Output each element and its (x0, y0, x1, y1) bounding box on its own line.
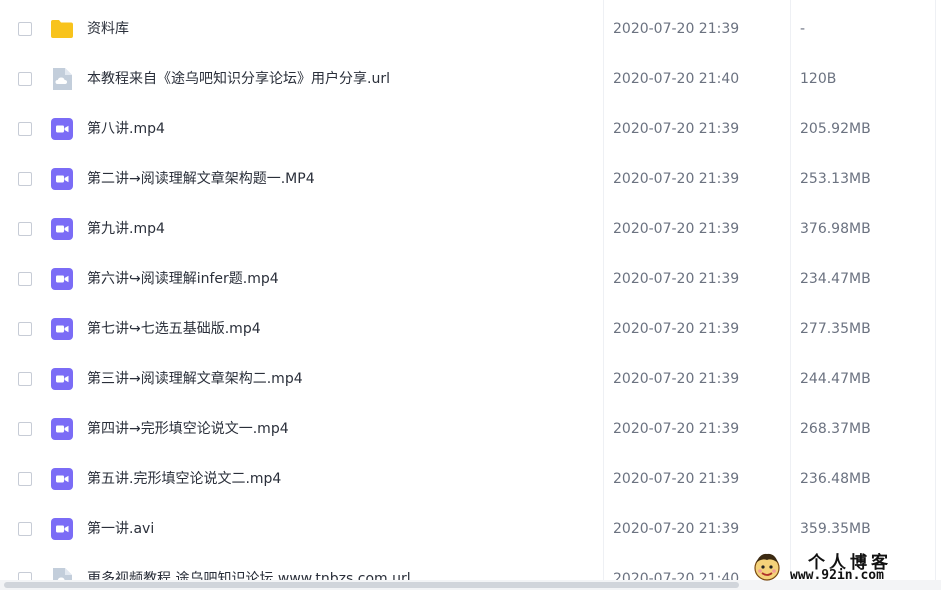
file-modified-date: 2020-07-20 21:39 (613, 321, 740, 337)
file-modified-date: 2020-07-20 21:39 (613, 171, 740, 187)
file-row[interactable]: 第六讲↪阅读理解infer题.mp4 2020-07-20 21:39 234.47… (0, 255, 941, 305)
row-checkbox[interactable] (18, 322, 32, 336)
watermark-url: www.92in.com (790, 568, 884, 583)
video-file-icon (50, 417, 74, 441)
video-file-icon (50, 217, 74, 241)
file-modified-date: 2020-07-20 21:39 (613, 371, 740, 387)
row-checkbox[interactable] (18, 372, 32, 386)
file-name[interactable]: 第八讲.mp4 (87, 120, 165, 139)
file-name[interactable]: 第一讲.avi (87, 520, 154, 539)
file-name[interactable]: 第七讲↪七选五基础版.mp4 (87, 320, 261, 339)
file-row[interactable]: 资料库 2020-07-20 21:39 - (0, 5, 941, 55)
file-size: - (800, 21, 806, 37)
file-size: 359.35MB (800, 521, 871, 537)
horizontal-scrollbar-thumb[interactable] (4, 582, 739, 588)
file-size: 253.13MB (800, 171, 871, 187)
file-size: 376.98MB (800, 221, 871, 237)
row-checkbox[interactable] (18, 22, 32, 36)
file-name[interactable]: 第三讲→阅读理解文章架构二.mp4 (87, 370, 303, 389)
row-checkbox[interactable] (18, 422, 32, 436)
file-row[interactable]: 第四讲→完形填空论说文一.mp4 2020-07-20 21:39 268.37MB (0, 405, 941, 455)
file-size: 236.48MB (800, 471, 871, 487)
file-modified-date: 2020-07-20 21:39 (613, 121, 740, 137)
row-checkbox[interactable] (18, 222, 32, 236)
video-file-icon (50, 367, 74, 391)
file-size: 268.37MB (800, 421, 871, 437)
file-size: 120B (800, 71, 837, 87)
row-checkbox[interactable] (18, 122, 32, 136)
file-row[interactable]: 第九讲.mp4 2020-07-20 21:39 376.98MB (0, 205, 941, 255)
file-modified-date: 2020-07-20 21:39 (613, 521, 740, 537)
row-checkbox[interactable] (18, 272, 32, 286)
folder-icon (50, 17, 74, 41)
row-checkbox[interactable] (18, 172, 32, 186)
file-modified-date: 2020-07-20 21:39 (613, 21, 740, 37)
row-checkbox[interactable] (18, 72, 32, 86)
video-file-icon (50, 167, 74, 191)
file-rows: 资料库 2020-07-20 21:39 - 本教程来自《途乌吧知识分享论坛》用户分享… (0, 5, 941, 590)
file-name[interactable]: 资料库 (87, 20, 129, 39)
video-file-icon (50, 467, 74, 491)
video-file-icon (50, 117, 74, 141)
file-name[interactable]: 第二讲→阅读理解文章架构题一.MP4 (87, 170, 315, 189)
watermark: 个人博客 www.92in.com (748, 548, 938, 584)
file-name[interactable]: 第九讲.mp4 (87, 220, 165, 239)
file-row[interactable]: 第七讲↪七选五基础版.mp4 2020-07-20 21:39 277.35MB (0, 305, 941, 355)
video-file-icon (50, 517, 74, 541)
file-size: 205.92MB (800, 121, 871, 137)
file-name[interactable]: 第四讲→完形填空论说文一.mp4 (87, 420, 289, 439)
row-checkbox[interactable] (18, 472, 32, 486)
file-list-panel: 资料库 2020-07-20 21:39 - 本教程来自《途乌吧知识分享论坛》用户分享… (0, 0, 941, 590)
file-name[interactable]: 第六讲↪阅读理解infer题.mp4 (87, 270, 279, 289)
row-checkbox[interactable] (18, 522, 32, 536)
video-file-icon (50, 267, 74, 291)
cartoon-avatar-icon (752, 550, 782, 582)
file-row[interactable]: 第八讲.mp4 2020-07-20 21:39 205.92MB (0, 105, 941, 155)
file-name[interactable]: 本教程来自《途乌吧知识分享论坛》用户分享.url (87, 70, 390, 89)
file-modified-date: 2020-07-20 21:39 (613, 271, 740, 287)
file-modified-date: 2020-07-20 21:39 (613, 421, 740, 437)
file-row[interactable]: 本教程来自《途乌吧知识分享论坛》用户分享.url 2020-07-20 21:40… (0, 55, 941, 105)
file-size: 234.47MB (800, 271, 871, 287)
file-name[interactable]: 第五讲.完形填空论说文二.mp4 (87, 470, 281, 489)
file-modified-date: 2020-07-20 21:40 (613, 71, 740, 87)
file-row[interactable]: 第三讲→阅读理解文章架构二.mp4 2020-07-20 21:39 244.47M… (0, 355, 941, 405)
file-modified-date: 2020-07-20 21:39 (613, 471, 740, 487)
file-size: 244.47MB (800, 371, 871, 387)
file-modified-date: 2020-07-20 21:39 (613, 221, 740, 237)
video-file-icon (50, 317, 74, 341)
file-row[interactable]: 第二讲→阅读理解文章架构题一.MP4 2020-07-20 21:39 253.13… (0, 155, 941, 205)
file-size: 277.35MB (800, 321, 871, 337)
file-row[interactable]: 第五讲.完形填空论说文二.mp4 2020-07-20 21:39 236.48MB (0, 455, 941, 505)
link-file-icon (50, 67, 74, 91)
